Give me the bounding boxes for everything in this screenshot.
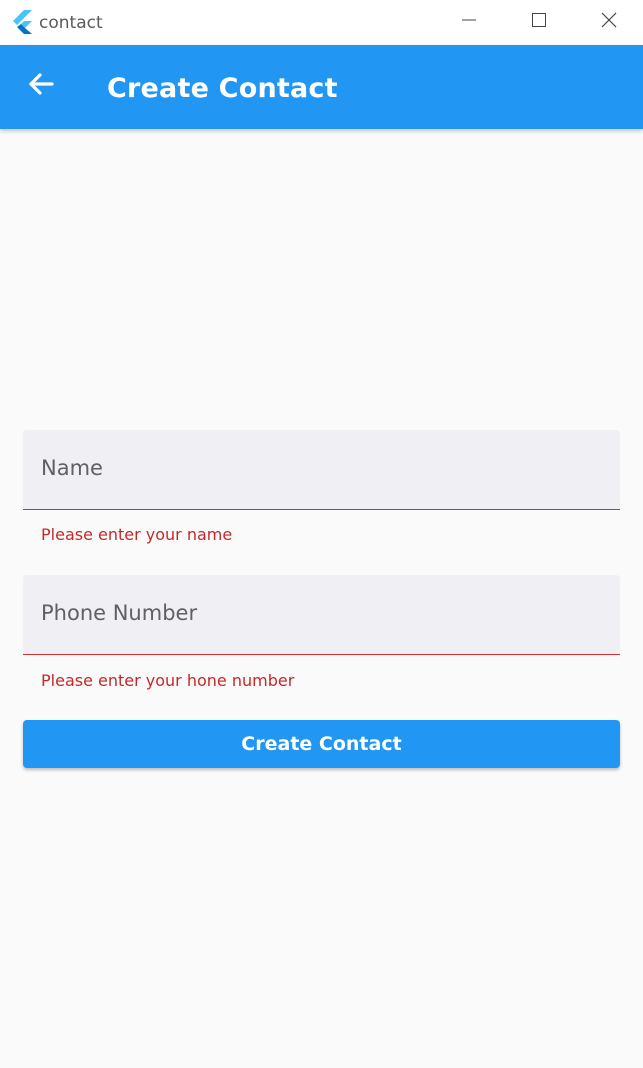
name-field[interactable]: Name — [23, 430, 620, 510]
flutter-logo-icon — [11, 10, 33, 34]
phone-number-field-label: Phone Number — [41, 601, 198, 625]
minimize-button[interactable] — [434, 0, 504, 45]
maximize-button[interactable] — [504, 0, 574, 45]
minimize-icon — [462, 13, 476, 32]
page-title: Create Contact — [107, 73, 338, 104]
phone-number-error-text: Please enter your hone number — [41, 671, 295, 690]
app-window: contact Create Contact Name Please enter… — [0, 0, 643, 1068]
create-contact-button[interactable]: Create Contact — [23, 720, 620, 768]
name-field-label: Name — [41, 456, 103, 480]
phone-number-field[interactable]: Phone Number — [23, 575, 620, 655]
close-button[interactable] — [574, 0, 643, 45]
maximize-icon — [532, 13, 546, 32]
title-bar: contact — [0, 0, 643, 45]
window-title: contact — [39, 13, 103, 33]
arrow-back-icon — [28, 72, 54, 101]
close-icon — [601, 12, 617, 33]
back-button[interactable] — [24, 69, 58, 103]
name-error-text: Please enter your name — [41, 525, 233, 544]
app-bar: Create Contact — [0, 45, 643, 129]
